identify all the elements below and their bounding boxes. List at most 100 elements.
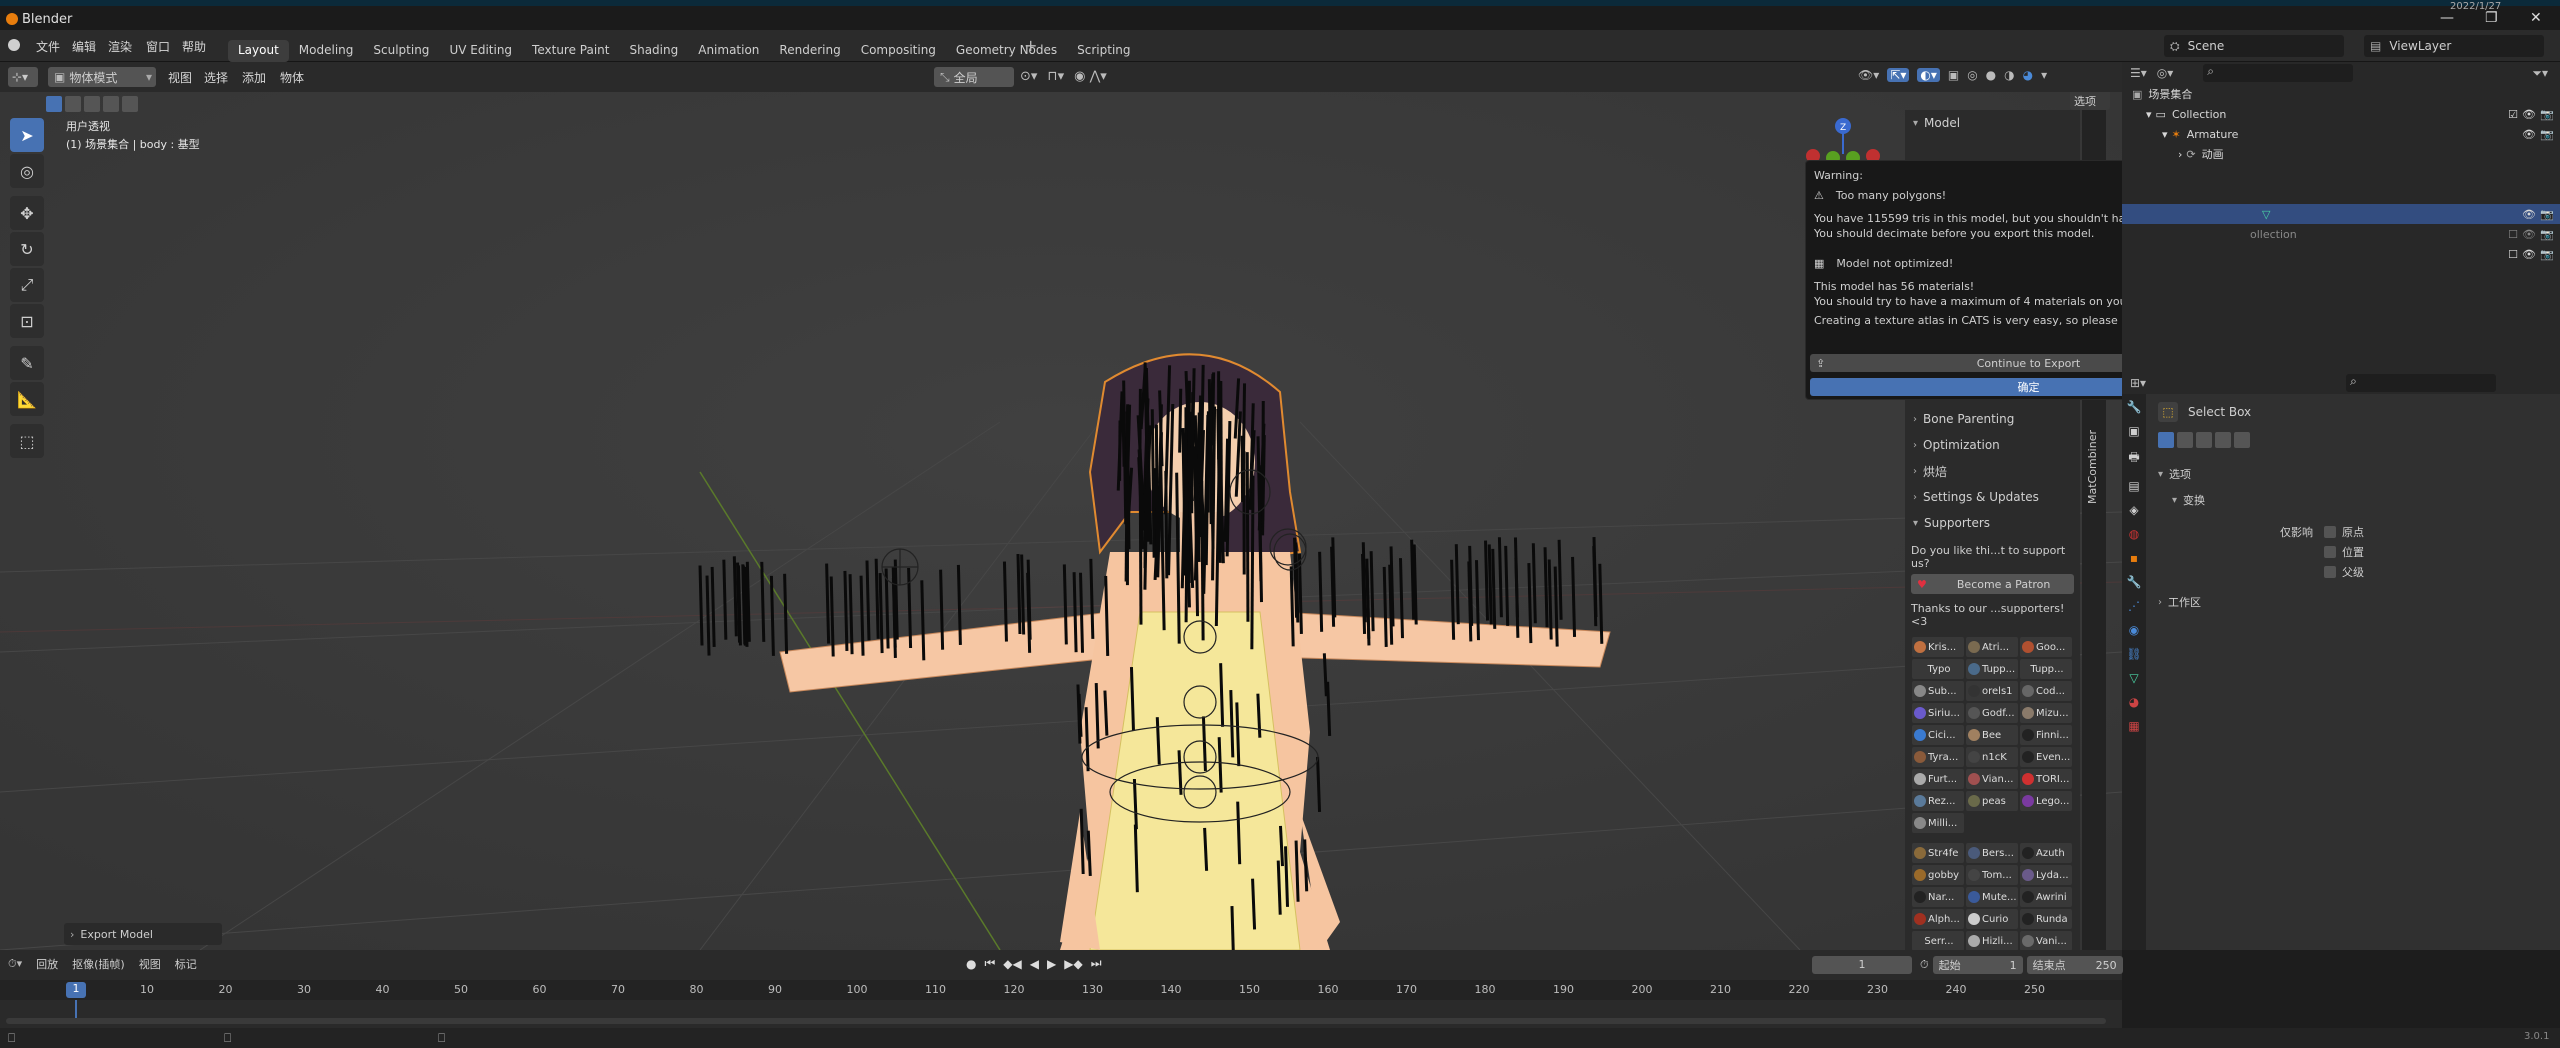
outliner-root[interactable]: ▣ 场景集合 bbox=[2122, 84, 2560, 104]
bone[interactable] bbox=[1484, 540, 1490, 621]
supporter-badge[interactable]: Siriu... bbox=[1912, 703, 1964, 723]
tab-compositing[interactable]: Compositing bbox=[851, 40, 946, 62]
outliner-item-empty[interactable]: ☐ 👁 📷 bbox=[2122, 244, 2560, 264]
add-cube-tool-icon[interactable]: ⬚ bbox=[10, 424, 44, 458]
mode-new-icon[interactable] bbox=[2158, 432, 2174, 448]
output-tab-icon[interactable]: 🖶 bbox=[2128, 448, 2139, 469]
bone[interactable] bbox=[1398, 558, 1404, 639]
timeline-scrollbar[interactable] bbox=[6, 1018, 2106, 1024]
bone[interactable] bbox=[741, 565, 747, 646]
become-patron-button[interactable]: ♥ Become a Patron bbox=[1911, 574, 2074, 594]
select-invert-icon[interactable] bbox=[103, 96, 119, 112]
bone[interactable] bbox=[1557, 539, 1563, 620]
snap-icon[interactable]: ⊓▾ bbox=[1047, 69, 1064, 84]
camera-icon[interactable]: 📷 bbox=[2540, 208, 2554, 221]
bone[interactable] bbox=[1132, 778, 1138, 830]
annotate-tool-icon[interactable]: ✎ bbox=[10, 346, 44, 380]
camera-icon[interactable]: 📷 bbox=[2540, 108, 2554, 121]
menu-keying[interactable]: 抠像(插帧) bbox=[72, 956, 125, 972]
bone[interactable] bbox=[1002, 561, 1008, 642]
view-layer-tab-icon[interactable]: ▤ bbox=[2128, 479, 2139, 493]
bone[interactable] bbox=[1124, 404, 1130, 582]
bone[interactable] bbox=[1474, 560, 1480, 641]
bone[interactable] bbox=[1487, 544, 1493, 625]
move-tool-icon[interactable]: ✥ bbox=[10, 196, 44, 230]
record-icon[interactable]: ● bbox=[966, 957, 976, 971]
bone[interactable] bbox=[769, 575, 775, 656]
model-panel-header[interactable]: ▾ Model bbox=[1905, 110, 2080, 136]
bone[interactable] bbox=[1450, 559, 1456, 640]
scene-tab-icon[interactable]: ◈ bbox=[2129, 503, 2138, 517]
proportional-edit-icon[interactable]: ◉ ⋀▾ bbox=[1074, 69, 1107, 84]
supporter-badge[interactable]: gobby bbox=[1912, 865, 1964, 885]
bone[interactable] bbox=[1062, 564, 1068, 645]
supporter-badge[interactable]: Nar... bbox=[1912, 887, 1964, 907]
menu-timeline-view[interactable]: 视图 bbox=[139, 956, 161, 972]
bone[interactable] bbox=[1294, 840, 1300, 902]
bone[interactable] bbox=[1086, 830, 1092, 877]
bone[interactable] bbox=[1084, 707, 1090, 772]
options-panel-header[interactable]: ▾ 选项 bbox=[2158, 466, 2191, 482]
bone[interactable] bbox=[1219, 663, 1225, 727]
supporter-badge[interactable]: Atri... bbox=[1966, 637, 2018, 657]
world-tab-icon[interactable]: ◍ bbox=[2129, 527, 2139, 541]
outliner-item-selected[interactable]: ▽ 👁 📷 bbox=[2122, 204, 2560, 224]
bone[interactable] bbox=[1547, 559, 1553, 640]
tab-shading[interactable]: Shading bbox=[619, 40, 688, 62]
select-intersect-icon[interactable] bbox=[122, 96, 138, 112]
add-workspace-icon[interactable]: + bbox=[1024, 36, 1037, 55]
jump-end-icon[interactable]: ⏭ bbox=[1091, 956, 1102, 971]
supporter-badge[interactable]: Kris... bbox=[1912, 637, 1964, 657]
xray-icon[interactable]: ▣ bbox=[1948, 68, 1959, 82]
3d-viewport[interactable]: Z ➤ ◎ ✥ ↻ ⤢ ⊡ ✎ 📐 ⬚ 用户透视 (1) 场景集合 | body… bbox=[0, 92, 2122, 950]
bone[interactable] bbox=[874, 558, 880, 639]
bone[interactable] bbox=[1133, 824, 1139, 893]
bone[interactable] bbox=[1365, 558, 1371, 639]
overlay-icon[interactable]: ◐▾ bbox=[1917, 68, 1940, 82]
bone[interactable] bbox=[1278, 825, 1284, 867]
bone[interactable] bbox=[760, 561, 766, 642]
supporter-badge[interactable]: Furt... bbox=[1912, 769, 1964, 789]
bone[interactable] bbox=[1513, 537, 1519, 618]
supporter-badge[interactable]: orels1 bbox=[1966, 681, 2018, 701]
bone[interactable] bbox=[1245, 452, 1250, 622]
bone[interactable] bbox=[1504, 545, 1510, 626]
supporter-badge[interactable]: TORI... bbox=[2020, 769, 2072, 789]
bone[interactable] bbox=[1382, 566, 1388, 647]
view-layer-selector[interactable]: ▤ ViewLayer bbox=[2364, 35, 2544, 57]
constraints-tab-icon[interactable]: ⛓ bbox=[2126, 647, 2141, 661]
supporter-badge[interactable]: Even... bbox=[2020, 747, 2072, 767]
gizmo-icon[interactable]: ⇱▾ bbox=[1887, 68, 1910, 82]
bone[interactable] bbox=[1276, 860, 1282, 915]
supporter-badge[interactable]: Hizli... bbox=[1966, 931, 2018, 951]
supporter-badge[interactable]: Awrini bbox=[2020, 887, 2072, 907]
bone[interactable] bbox=[1079, 572, 1085, 653]
bone[interactable] bbox=[1491, 548, 1497, 629]
outliner-editor-icon[interactable]: ☰▾ bbox=[2130, 66, 2147, 80]
bone[interactable] bbox=[1150, 409, 1156, 558]
supporter-badge[interactable]: Mizu... bbox=[2020, 703, 2072, 723]
outliner-search-input[interactable]: ⌕ bbox=[2203, 64, 2354, 82]
tab-sculpting[interactable]: Sculpting bbox=[363, 40, 439, 62]
preview-range-icon[interactable]: ⏱ bbox=[1920, 958, 1929, 972]
bone[interactable] bbox=[1197, 395, 1203, 484]
bone[interactable] bbox=[1129, 666, 1135, 731]
tool-tab-icon[interactable]: 🔧 bbox=[2127, 400, 2142, 414]
object-tab-icon[interactable]: ▪ bbox=[2130, 551, 2138, 565]
start-frame-field[interactable]: 起始 1 bbox=[1932, 956, 2023, 974]
bone[interactable] bbox=[1318, 551, 1324, 632]
bone[interactable] bbox=[1203, 827, 1209, 871]
bone[interactable] bbox=[1553, 566, 1559, 647]
supporter-badge[interactable]: Cod... bbox=[2020, 681, 2072, 701]
affect-parents-checkbox[interactable]: 父级 bbox=[2324, 564, 2364, 580]
bone[interactable] bbox=[783, 573, 789, 654]
bone[interactable] bbox=[956, 564, 962, 645]
tab-texture-paint[interactable]: Texture Paint bbox=[522, 40, 619, 62]
supporter-badge[interactable]: Azuth bbox=[2020, 843, 2072, 863]
section-settings-updates[interactable]: › Settings & Updates bbox=[1905, 484, 2080, 510]
rotate-tool-icon[interactable]: ↻ bbox=[10, 232, 44, 266]
supporter-badge[interactable]: Bee bbox=[1966, 725, 2018, 745]
play-reverse-icon[interactable]: ◀ bbox=[1030, 957, 1039, 971]
bone[interactable] bbox=[1020, 554, 1026, 635]
display-mode-icon[interactable]: ◎▾ bbox=[2157, 66, 2174, 80]
